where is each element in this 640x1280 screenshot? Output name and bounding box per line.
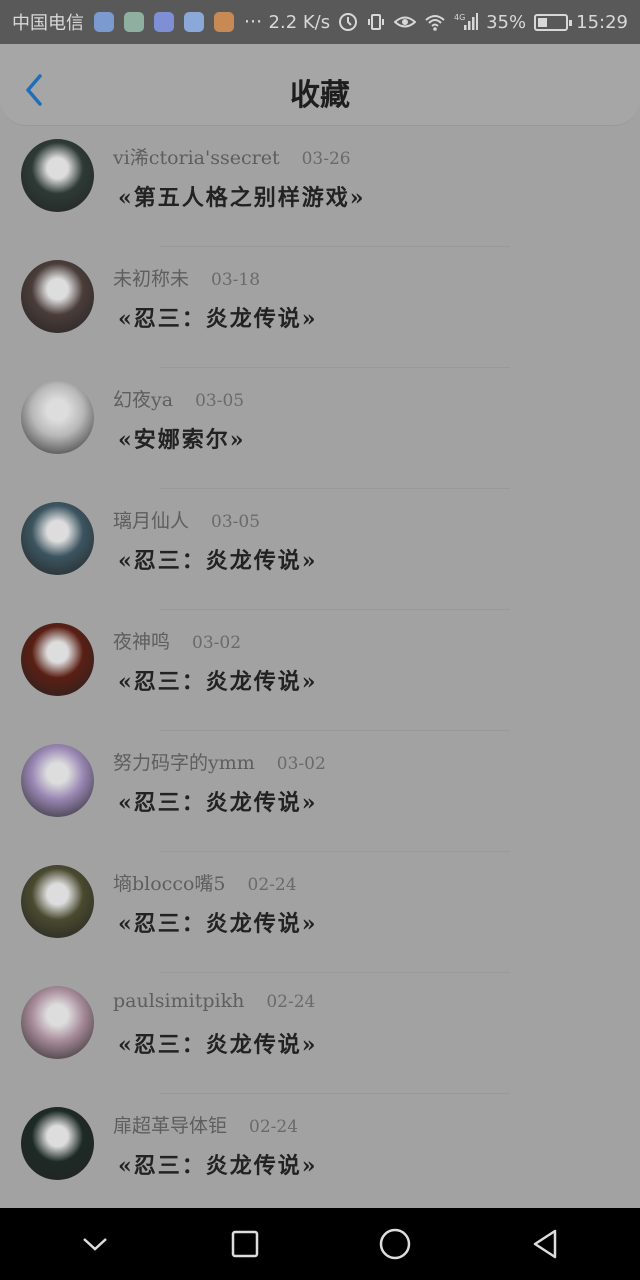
nav-recents-button[interactable] (215, 1214, 275, 1274)
triangle-back-icon (533, 1229, 557, 1259)
wifi-icon (425, 15, 445, 31)
nav-home-button[interactable] (365, 1214, 425, 1274)
work-title[interactable]: «忍三：炎龙传说» (118, 301, 318, 333)
author-name[interactable]: 幻夜ya (113, 385, 173, 412)
avatar[interactable] (21, 381, 94, 454)
nav-dismiss-button[interactable] (65, 1214, 125, 1274)
avatar[interactable] (21, 260, 94, 333)
list-item[interactable]: 璃月仙人 03-05 «忍三：炎龙传说» (0, 489, 640, 610)
post-date: 02-24 (249, 1117, 299, 1137)
header: 收藏 (0, 44, 640, 126)
app-icon-1 (94, 12, 114, 32)
battery-icon (534, 13, 573, 31)
post-date: 03-18 (211, 270, 261, 290)
data-saver-icon (339, 13, 358, 31)
vibrate-icon (368, 14, 385, 30)
list-item[interactable]: paulsimitpikh 02-24 «忍三：炎龙传说» (0, 973, 640, 1094)
author-line: 努力码字的ymm 03-02 (113, 748, 326, 775)
list-item[interactable]: vi浠ctoria'ssecret 03-26 «第五人格之别样游戏» (0, 126, 640, 247)
app-icon-3 (154, 12, 174, 32)
network-speed: 2.2 K/s (268, 11, 331, 33)
status-bar: 中国电信 ··· 2.2 K/s 4G 35% 15:29 (0, 0, 640, 44)
work-title[interactable]: «忍三：炎龙传说» (118, 1148, 318, 1180)
post-date: 03-02 (276, 754, 326, 774)
more-notifications: ··· (244, 11, 263, 33)
avatar[interactable] (21, 986, 94, 1059)
author-line: 幻夜ya 03-05 (113, 385, 244, 412)
eye-icon (394, 16, 417, 28)
signal-icon: 4G (454, 13, 479, 30)
avatar[interactable] (21, 502, 94, 575)
post-date: 03-26 (301, 149, 351, 169)
work-title[interactable]: «忍三：炎龙传说» (118, 664, 318, 696)
avatar[interactable] (21, 139, 94, 212)
list-item[interactable]: 努力码字的ymm 03-02 «忍三：炎龙传说» (0, 731, 640, 852)
list-item[interactable]: 墒blocco嘴5 02-24 «忍三：炎龙传说» (0, 852, 640, 973)
post-date: 02-24 (266, 992, 316, 1012)
post-date: 02-24 (247, 875, 297, 895)
list-item[interactable]: 夜神鸣 03-02 «忍三：炎龙传说» (0, 610, 640, 731)
author-name[interactable]: 夜神鸣 (113, 627, 170, 654)
avatar[interactable] (21, 623, 94, 696)
author-name[interactable]: vi浠ctoria'ssecret (113, 143, 280, 170)
avatar[interactable] (21, 1107, 94, 1180)
author-line: 未初称未 03-18 (113, 264, 260, 291)
square-icon (231, 1230, 259, 1258)
author-name[interactable]: paulsimitpikh (113, 990, 244, 1012)
work-title[interactable]: «第五人格之别样游戏» (118, 180, 366, 212)
app-icon-2 (124, 12, 144, 32)
author-line: vi浠ctoria'ssecret 03-26 (113, 143, 351, 170)
system-nav-bar (0, 1208, 640, 1280)
list-item[interactable]: 未初称未 03-18 «忍三：炎龙传说» (0, 247, 640, 368)
post-date: 03-05 (211, 512, 261, 532)
work-title[interactable]: «安娜索尔» (118, 422, 246, 454)
author-line: 夜神鸣 03-02 (113, 627, 241, 654)
carrier-label: 中国电信 (12, 13, 84, 34)
nav-back-button[interactable] (515, 1214, 575, 1274)
work-title[interactable]: «忍三：炎龙传说» (118, 785, 318, 817)
author-name[interactable]: 未初称未 (113, 264, 189, 291)
svg-text:4G: 4G (454, 13, 465, 22)
avatar[interactable] (21, 865, 94, 938)
battery-percent: 35% (486, 11, 527, 33)
list-item[interactable]: 幻夜ya 03-05 «安娜索尔» (0, 368, 640, 489)
app-icon-5 (214, 12, 234, 32)
avatar[interactable] (21, 744, 94, 817)
author-name[interactable]: 努力码字的ymm (113, 748, 255, 775)
page-title: 收藏 (290, 78, 350, 113)
circle-icon (379, 1228, 411, 1260)
author-line: 墒blocco嘴5 02-24 (113, 869, 297, 896)
chevron-down-icon (83, 1238, 107, 1251)
app-icon-4 (184, 12, 204, 32)
author-name[interactable]: 璃月仙人 (113, 506, 189, 533)
author-line: 扉超革导体钜 02-24 (113, 1111, 298, 1138)
list-item[interactable]: 扉超革导体钜 02-24 «忍三：炎龙传说» (0, 1094, 640, 1215)
post-date: 03-05 (195, 391, 245, 411)
work-title[interactable]: «忍三：炎龙传说» (118, 1027, 318, 1059)
author-line: 璃月仙人 03-05 (113, 506, 260, 533)
favorites-list: vi浠ctoria'ssecret 03-26 «第五人格之别样游戏» 未初称未… (0, 126, 640, 1215)
author-line: paulsimitpikh 02-24 (113, 990, 315, 1012)
work-title[interactable]: «忍三：炎龙传说» (118, 543, 318, 575)
author-name[interactable]: 扉超革导体钜 (113, 1111, 227, 1138)
author-name[interactable]: 墒blocco嘴5 (113, 869, 226, 896)
work-title[interactable]: «忍三：炎龙传说» (118, 906, 318, 938)
post-date: 03-02 (192, 633, 242, 653)
clock: 15:29 (576, 11, 628, 33)
